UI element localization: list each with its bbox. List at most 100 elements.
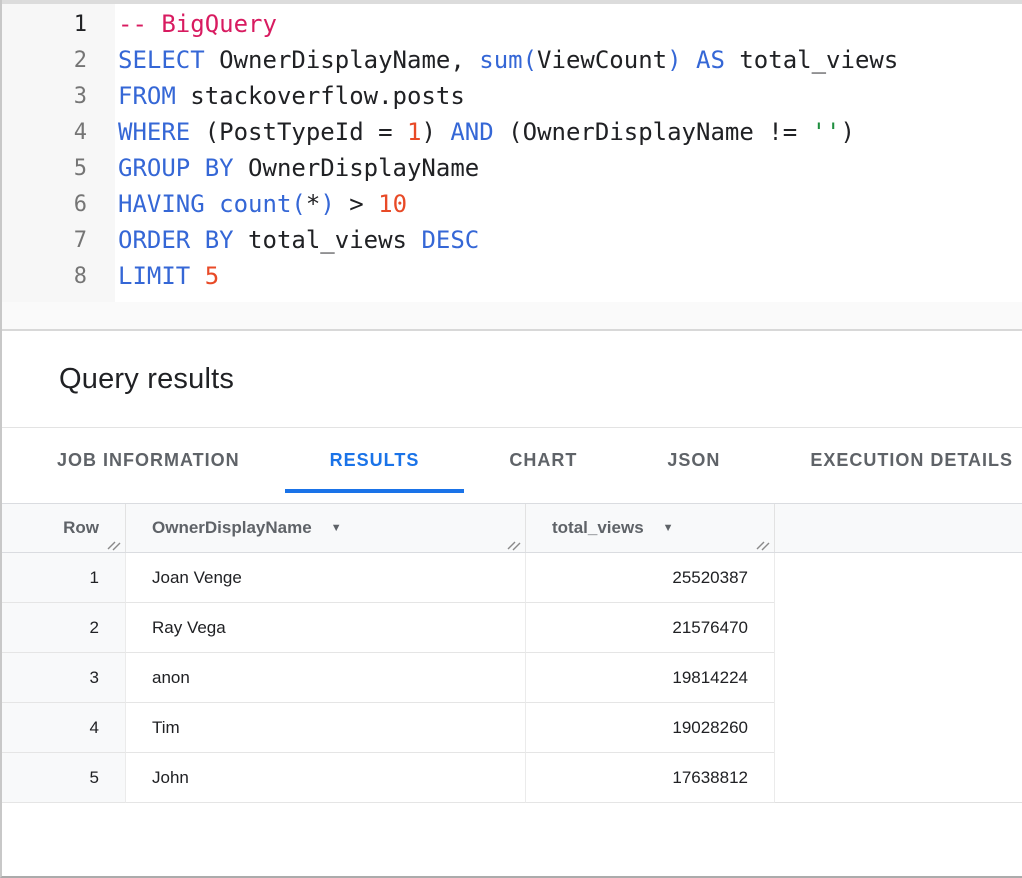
sql-code-text: GROUP BY OwnerDisplayName	[87, 154, 479, 182]
sql-token: )	[320, 190, 334, 218]
line-number: 1	[2, 12, 87, 37]
code-line[interactable]: 8LIMIT 5	[2, 258, 1022, 294]
tab-label: JSON	[667, 450, 720, 471]
sql-token: FROM	[118, 82, 176, 110]
table-row: 5John17638812	[2, 753, 1022, 803]
empty-cell	[774, 653, 1022, 703]
sql-code-text: FROM stackoverflow.posts	[87, 82, 465, 110]
sql-token: count(	[219, 190, 306, 218]
tab-json[interactable]: JSON	[622, 428, 765, 493]
tab-results[interactable]: RESULTS	[285, 428, 465, 493]
total-views-cell: 17638812	[525, 753, 774, 803]
sql-code-text: SELECT OwnerDisplayName, sum(ViewCount) …	[87, 46, 898, 74]
column-header-row: Row	[2, 504, 125, 552]
tab-job-information[interactable]: JOB INFORMATION	[12, 428, 285, 493]
total-views-cell: 21576470	[525, 603, 774, 653]
sql-token: OwnerDisplayName	[234, 154, 480, 182]
column-header-total-views: total_views ▼	[525, 504, 774, 552]
tab-chart[interactable]: CHART	[464, 428, 622, 493]
sql-code-text: -- BigQuery	[87, 10, 277, 38]
sort-dropdown-icon[interactable]: ▼	[331, 522, 342, 534]
sql-code-text: ORDER BY total_views DESC	[87, 226, 479, 254]
total-views-cell: 19028260	[525, 703, 774, 753]
editor-scroll-area	[2, 302, 1022, 331]
column-header-ownerdisplayname: OwnerDisplayName ▼	[125, 504, 525, 552]
column-resize-handle[interactable]	[507, 538, 522, 551]
table-body: 1Joan Venge255203872Ray Vega215764703ano…	[2, 553, 1022, 803]
column-header-label: total_views	[552, 518, 644, 538]
line-number: 3	[2, 84, 87, 109]
line-number: 7	[2, 228, 87, 253]
line-number: 6	[2, 192, 87, 217]
line-number: 4	[2, 120, 87, 145]
column-header-empty	[774, 504, 1022, 552]
sql-token: 10	[378, 190, 407, 218]
sql-token: stackoverflow.posts	[176, 82, 465, 110]
row-number-cell: 5	[2, 753, 125, 803]
owner-name-cell: Ray Vega	[125, 603, 525, 653]
sql-token: (OwnerDisplayName !=	[494, 118, 812, 146]
column-header-label: Row	[63, 518, 99, 538]
sql-token: SELECT	[118, 46, 205, 74]
sql-token: AS	[696, 46, 725, 74]
sql-token: ORDER BY	[118, 226, 234, 254]
sql-editor[interactable]: 1 -- BigQuery 2SELECT OwnerDisplayName, su…	[2, 4, 1022, 302]
line-number: 2	[2, 48, 87, 73]
sql-token: AND	[450, 118, 493, 146]
empty-cell	[774, 703, 1022, 753]
total-views-cell: 25520387	[525, 553, 774, 603]
sql-token	[682, 46, 696, 74]
sql-token: *	[306, 190, 320, 218]
row-number-cell: 2	[2, 603, 125, 653]
table-row: 1Joan Venge25520387	[2, 553, 1022, 603]
results-footer-space	[2, 803, 1022, 876]
sql-token: ViewCount	[537, 46, 667, 74]
sql-code-text: LIMIT 5	[87, 262, 219, 290]
sql-token: LIMIT	[118, 262, 190, 290]
column-resize-handle[interactable]	[756, 538, 771, 551]
owner-name-cell: Tim	[125, 703, 525, 753]
row-number-cell: 3	[2, 653, 125, 703]
sql-token: >	[335, 190, 378, 218]
results-table: Row OwnerDisplayName ▼ total_views ▼ 1Joan V…	[2, 503, 1022, 803]
query-results-section: Query results	[2, 331, 1022, 428]
empty-cell	[774, 553, 1022, 603]
sql-token: (PostTypeId =	[190, 118, 407, 146]
tab-label: RESULTS	[330, 450, 420, 471]
code-line[interactable]: 1 -- BigQuery	[2, 6, 1022, 42]
code-line[interactable]: 6 HAVING count(*) > 10	[2, 186, 1022, 222]
sql-token: )	[421, 118, 450, 146]
table-row: 4Tim19028260	[2, 703, 1022, 753]
tab-execution-details[interactable]: EXECUTION DETAILS	[765, 428, 1022, 493]
line-number: 5	[2, 156, 87, 181]
sql-code-text: WHERE (PostTypeId = 1) AND (OwnerDisplay…	[87, 118, 855, 146]
owner-name-cell: John	[125, 753, 525, 803]
sql-token: WHERE	[118, 118, 190, 146]
code-line[interactable]: 2SELECT OwnerDisplayName, sum(ViewCount)…	[2, 42, 1022, 78]
table-header-row: Row OwnerDisplayName ▼ total_views ▼	[2, 504, 1022, 553]
code-line[interactable]: 5GROUP BY OwnerDisplayName	[2, 150, 1022, 186]
row-number-cell: 1	[2, 553, 125, 603]
sql-token	[205, 190, 219, 218]
code-line[interactable]: 3FROM stackoverflow.posts	[2, 78, 1022, 114]
table-row: 3anon19814224	[2, 653, 1022, 703]
sql-token	[190, 262, 204, 290]
sql-token: DESC	[421, 226, 479, 254]
table-row: 2Ray Vega21576470	[2, 603, 1022, 653]
sql-token: -- BigQuery	[118, 10, 277, 38]
sql-token: total_views	[725, 46, 898, 74]
sort-dropdown-icon[interactable]: ▼	[663, 522, 674, 534]
line-number: 8	[2, 264, 87, 289]
code-line[interactable]: 4WHERE (PostTypeId = 1) AND (OwnerDispla…	[2, 114, 1022, 150]
column-resize-handle[interactable]	[107, 538, 122, 551]
sql-token: 5	[205, 262, 219, 290]
sql-token: HAVING	[118, 190, 205, 218]
column-header-label: OwnerDisplayName	[152, 518, 312, 538]
sql-token: 1	[407, 118, 421, 146]
code-lines: 1 -- BigQuery 2SELECT OwnerDisplayName, su…	[2, 6, 1022, 294]
empty-cell	[774, 603, 1022, 653]
code-line[interactable]: 7ORDER BY total_views DESC	[2, 222, 1022, 258]
tab-label: CHART	[509, 450, 577, 471]
owner-name-cell: anon	[125, 653, 525, 703]
sql-token: )	[841, 118, 855, 146]
